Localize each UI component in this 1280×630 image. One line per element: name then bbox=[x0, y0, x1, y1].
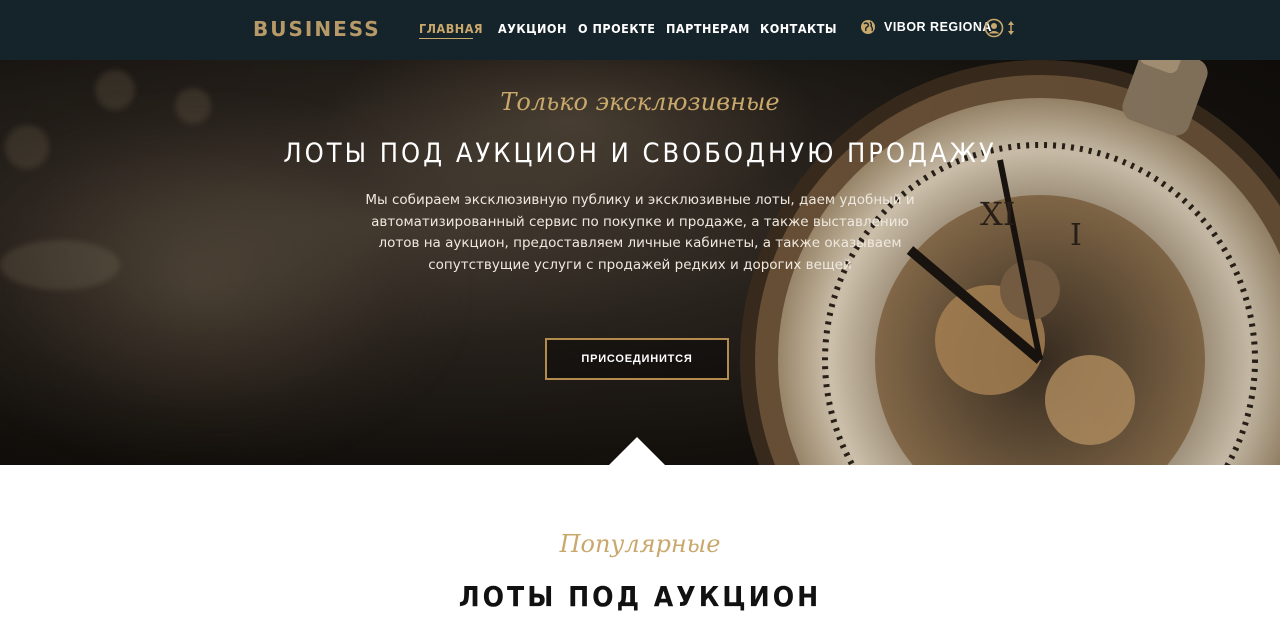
brand-logo[interactable]: BUSINESS bbox=[253, 17, 381, 41]
region-selector[interactable]: VIBOR REGIONA bbox=[860, 19, 992, 35]
user-menu[interactable] bbox=[984, 18, 1016, 38]
globe-icon bbox=[861, 20, 875, 34]
popular-section-title: ЛОТЫ ПОД АУКЦИОН bbox=[458, 580, 822, 613]
nav-item-contacts[interactable]: КОНТАКТЫ bbox=[760, 21, 837, 36]
user-circle-icon bbox=[984, 18, 1004, 38]
nav-item-auction[interactable]: АУКЦИОН bbox=[498, 21, 567, 36]
hero-script-heading: Только эксклюзивные bbox=[500, 88, 780, 116]
nav-item-about[interactable]: О ПРОЕКТЕ bbox=[578, 21, 655, 36]
hero-description: Мы собираем эксклюзивную публику и экскл… bbox=[365, 192, 915, 273]
region-label: VIBOR REGIONA bbox=[884, 20, 992, 34]
nav-item-partners[interactable]: ПАРТНЕРАМ bbox=[666, 21, 750, 36]
join-button[interactable]: ПРИСОЕДИНИТСЯ bbox=[545, 338, 729, 380]
top-navbar: BUSINESS ГЛАВНАЯ АУКЦИОН О ПРОЕКТЕ ПАРТН… bbox=[0, 0, 1280, 60]
nav-active-underline bbox=[419, 38, 473, 39]
nav-item-home[interactable]: ГЛАВНАЯ bbox=[419, 21, 483, 36]
updown-arrow-icon bbox=[1008, 21, 1014, 35]
hero-banner: XI I Только эксклюзивные ЛОТЫ ПОД АУКЦИО… bbox=[0, 60, 1280, 465]
hero-notch-arrow bbox=[609, 437, 665, 465]
popular-script-heading: Популярные bbox=[559, 530, 721, 558]
hero-title: ЛОТЫ ПОД АУКЦИОН И СВОБОДНУЮ ПРОДАЖУ bbox=[283, 138, 997, 169]
